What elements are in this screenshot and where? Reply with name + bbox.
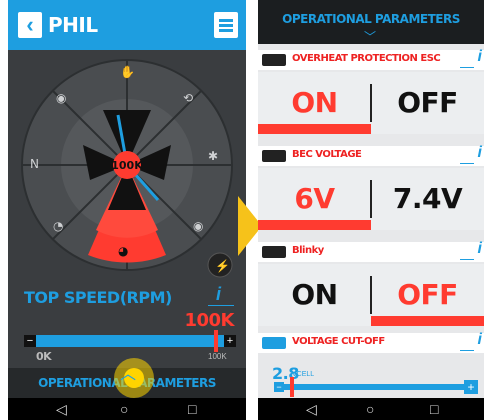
slider-max-label: 100K xyxy=(208,352,227,361)
back-button[interactable]: ‹ xyxy=(18,12,42,38)
hamburger-icon xyxy=(219,19,233,22)
bec-voltage-section: BEC VOLTAGE i 6V 7.4V xyxy=(258,144,484,236)
android-nav-bar: ◁ ○ □ xyxy=(258,398,484,420)
parameter-value: 100K xyxy=(184,310,234,331)
value-slider[interactable]: − + xyxy=(24,330,236,352)
selected-bar xyxy=(258,124,371,134)
option-on[interactable]: ON xyxy=(258,72,371,134)
info-icon[interactable]: i xyxy=(478,331,482,349)
info-icon[interactable]: i xyxy=(478,240,482,258)
nav-back-icon[interactable]: ◁ xyxy=(306,401,317,417)
section-title: VOLTAGE CUT-OFF xyxy=(292,336,385,347)
page-title: PHIL xyxy=(48,13,98,37)
cutoff-icon xyxy=(262,337,286,349)
decrement-button[interactable]: − xyxy=(24,335,36,347)
info-icon[interactable]: i xyxy=(478,144,482,162)
nav-home-icon[interactable]: ○ xyxy=(366,401,374,417)
throttle-icon: ◉ xyxy=(56,91,66,105)
blinky-section: Blinky i ON OFF xyxy=(258,240,484,332)
option-6v[interactable]: 6V xyxy=(258,168,371,230)
menu-button[interactable] xyxy=(214,12,238,38)
option-7-4v[interactable]: 7.4V xyxy=(371,168,484,230)
nav-recent-icon[interactable]: □ xyxy=(188,401,196,417)
parameter-dial[interactable]: 100K ✋ ⟲ ✱ ◉ ◉ N ◔ ◕ ⚡ xyxy=(8,50,246,290)
voltage-unit: VCELL xyxy=(292,371,315,378)
nav-back-icon[interactable]: ◁ xyxy=(56,401,67,417)
selected-bar xyxy=(258,220,371,230)
thermometer-icon xyxy=(262,54,286,66)
timing-icon: ⟲ xyxy=(183,91,193,105)
gauge-icon: ◔ xyxy=(53,219,63,233)
nav-recent-icon[interactable]: □ xyxy=(430,401,438,417)
nav-home-icon[interactable]: ○ xyxy=(120,401,128,417)
option-off[interactable]: OFF xyxy=(371,72,484,134)
reset-icon: ⚡ xyxy=(215,259,230,273)
info-icon[interactable]: i xyxy=(478,48,482,66)
info-underline xyxy=(208,305,234,306)
blinky-icon xyxy=(262,246,286,258)
section-title: OVERHEAT PROTECTION ESC xyxy=(292,53,441,64)
slider-thumb[interactable] xyxy=(214,330,218,352)
section-title: Blinky xyxy=(292,245,324,256)
voltage-slider[interactable] xyxy=(274,384,478,390)
settings-icon: ✱ xyxy=(208,149,218,163)
right-screen: OPERATIONAL PARAMETERS ﹀ OVERHEAT PROTEC… xyxy=(258,0,484,420)
voltage-cutoff-header: VOLTAGE CUT-OFF i xyxy=(258,331,484,353)
android-nav-bar: ◁ ○ □ xyxy=(8,398,246,420)
increment-button[interactable]: + xyxy=(224,335,236,347)
slider-min-label: 0K xyxy=(36,350,52,363)
section-title: BEC VOLTAGE xyxy=(292,149,362,160)
parameter-label: TOP SPEED(RPM) xyxy=(24,288,172,307)
operational-parameters-header[interactable]: OPERATIONAL PARAMETERS ﹀ xyxy=(258,0,484,44)
brake-icon: ◉ xyxy=(193,219,203,233)
top-bar: ‹ PHIL xyxy=(8,0,246,50)
slider-thumb[interactable] xyxy=(290,377,294,397)
neutral-icon: N xyxy=(30,157,39,171)
option-off[interactable]: OFF xyxy=(371,264,484,326)
left-screen: ‹ PHIL 100K ✋ ⟲ ✱ ◉ ◉ N ◔ ◕ ⚡ TOP SPEED(… xyxy=(8,0,246,420)
info-button[interactable]: i xyxy=(216,284,221,305)
chevron-down-icon[interactable]: ﹀ xyxy=(364,28,376,45)
selected-bar xyxy=(371,316,484,326)
header-label: OPERATIONAL PARAMETERS xyxy=(282,12,460,26)
chevron-left-icon: ‹ xyxy=(26,12,34,37)
speed-icon: ◕ xyxy=(118,244,129,258)
option-on[interactable]: ON xyxy=(258,264,371,326)
battery-icon xyxy=(262,150,286,162)
gear-hand-icon: ✋ xyxy=(120,65,135,79)
dial-center-value: 100K xyxy=(111,159,143,172)
increment-button[interactable]: + xyxy=(464,380,478,394)
overheat-section: OVERHEAT PROTECTION ESC i ON OFF xyxy=(258,48,484,140)
decrement-button[interactable]: − xyxy=(274,382,284,392)
chevron-up-icon[interactable]: ︿ xyxy=(120,360,136,384)
